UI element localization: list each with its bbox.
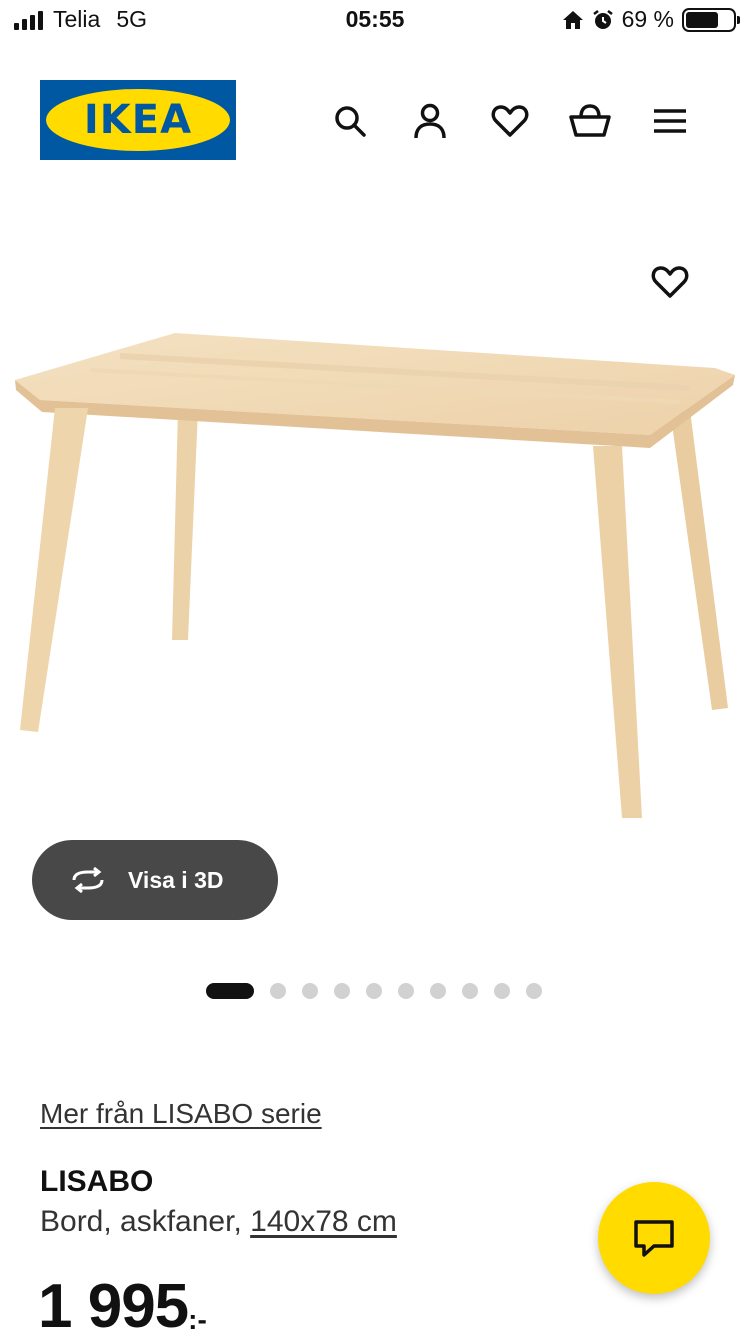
product-size-link[interactable]: 140x78 cm xyxy=(250,1205,397,1238)
product-type: Bord, askfaner, xyxy=(40,1205,242,1238)
basket-icon[interactable] xyxy=(568,99,612,143)
menu-icon[interactable] xyxy=(648,99,692,143)
price-suffix: :- xyxy=(188,1304,207,1335)
alarm-icon xyxy=(592,9,613,29)
price-amount: 1 995 xyxy=(38,1272,189,1341)
product-price: 1 995 :- xyxy=(38,1270,207,1344)
logo-text: IKEA xyxy=(83,97,193,143)
pagination-dot[interactable] xyxy=(302,983,318,999)
status-right: 69 % xyxy=(562,6,740,33)
product-name: LISABO xyxy=(40,1165,154,1198)
product-image-table[interactable] xyxy=(0,220,750,940)
view-in-3d-label: Visa i 3D xyxy=(128,866,224,893)
pagination-dot[interactable] xyxy=(334,983,350,999)
ikea-logo[interactable]: IKEA ® xyxy=(40,80,236,160)
favorite-heart-icon[interactable] xyxy=(648,260,692,304)
gallery-pagination xyxy=(206,983,542,999)
chat-button[interactable] xyxy=(598,1182,710,1294)
home-icon xyxy=(562,10,583,29)
pagination-dot[interactable] xyxy=(494,983,510,999)
pagination-dot[interactable] xyxy=(206,983,254,999)
pagination-dot[interactable] xyxy=(526,983,542,999)
site-header: IKEA ® xyxy=(0,60,750,180)
pagination-dot[interactable] xyxy=(270,983,286,999)
user-icon[interactable] xyxy=(408,99,452,143)
view-in-3d-button[interactable]: Visa i 3D xyxy=(32,840,278,920)
pagination-dot[interactable] xyxy=(430,983,446,999)
pagination-dot[interactable] xyxy=(398,983,414,999)
status-bar: Telia 5G 05:55 69 % xyxy=(0,0,750,44)
pagination-dot[interactable] xyxy=(462,983,478,999)
pagination-dot[interactable] xyxy=(366,983,382,999)
series-link[interactable]: Mer från LISABO serie xyxy=(40,1098,322,1130)
battery-icon xyxy=(682,7,740,32)
product-description: Bord, askfaner, 140x78 cm xyxy=(40,1205,397,1239)
battery-percent: 69 % xyxy=(621,6,674,32)
chat-icon xyxy=(634,1220,674,1257)
rotate-3d-icon xyxy=(72,867,104,893)
heart-icon[interactable] xyxy=(488,99,532,143)
search-icon[interactable] xyxy=(328,99,372,143)
logo-registered-mark: ® xyxy=(221,94,228,104)
